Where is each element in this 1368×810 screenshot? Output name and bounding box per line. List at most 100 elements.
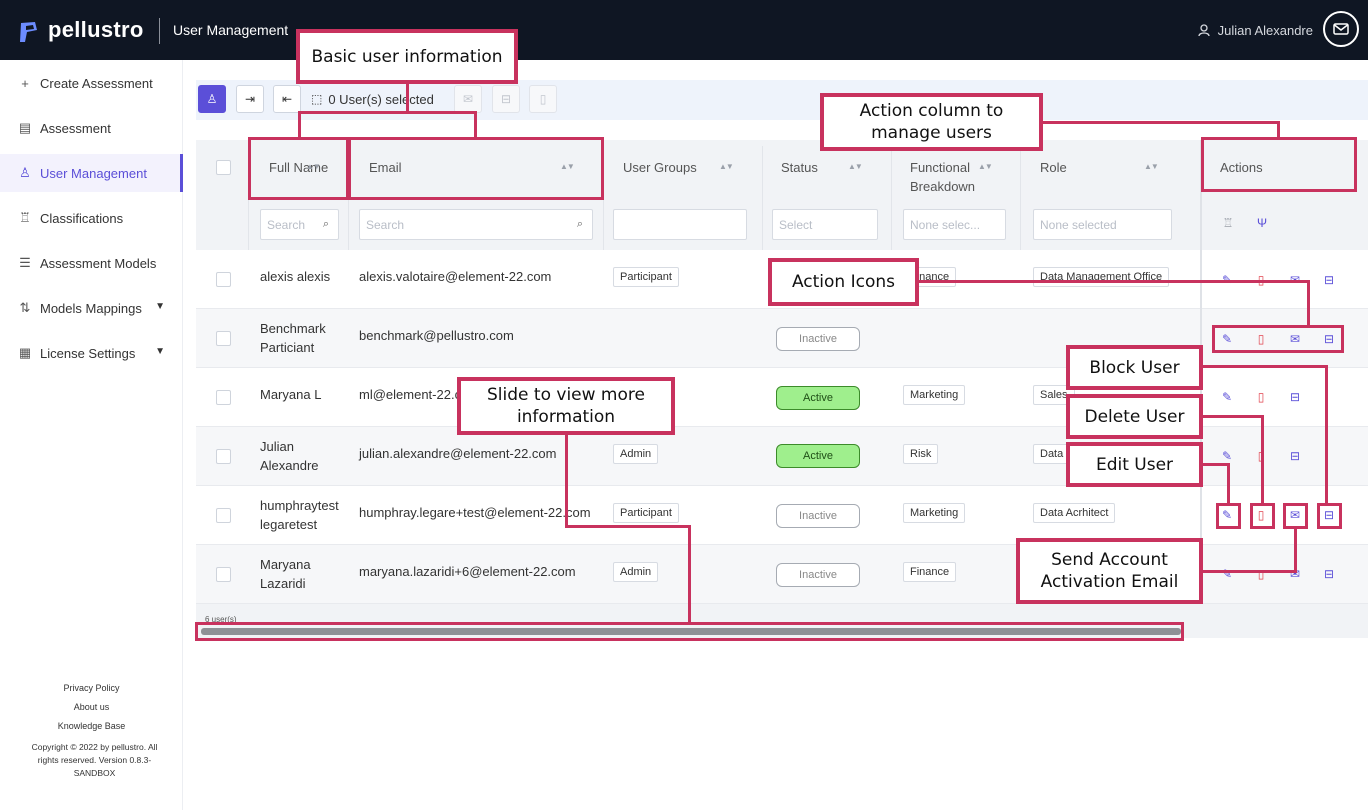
email-search-input[interactable]: Search ⌕ xyxy=(359,209,593,240)
sidebar-item-label: Assessment Models xyxy=(40,255,157,271)
column-divider xyxy=(762,146,763,250)
chevron-down-icon: ▼ xyxy=(155,301,165,312)
export-icon: ⇥ xyxy=(244,92,256,106)
sidebar-item-label: User Management xyxy=(40,165,147,181)
role-tag: Data Management Office xyxy=(1033,267,1170,287)
sidebar-item-label: Classifications xyxy=(40,210,124,226)
user-group-tag: Admin xyxy=(613,562,659,582)
import-button[interactable]: ⇤ xyxy=(273,85,301,113)
privacy-policy-link[interactable]: Privacy Policy xyxy=(0,679,183,698)
functional-breakdown-filter[interactable]: None selec... xyxy=(903,209,1006,240)
row-checkbox[interactable] xyxy=(216,449,231,464)
sidebar-item-create-assessment[interactable]: + Create Assessment xyxy=(0,64,183,102)
user-groups-filter[interactable] xyxy=(613,209,747,240)
bulk-delete-button[interactable]: ▯ xyxy=(529,85,557,113)
edit-icon[interactable]: ✎ xyxy=(1220,449,1234,463)
cell-full-name: Maryana Lazaridi xyxy=(260,557,311,591)
connector-line xyxy=(474,111,477,139)
breakdown-tag: Risk xyxy=(903,444,939,464)
column-header-functional-breakdown[interactable]: Functional Breakdown xyxy=(910,158,982,196)
breakdown-tag: Finance xyxy=(903,562,957,582)
user-icon: ♙ xyxy=(206,92,218,106)
lock-icon[interactable]: ⊟ xyxy=(1322,567,1336,581)
connector-line xyxy=(1200,463,1229,466)
sort-icon[interactable]: ▲▼ xyxy=(1144,162,1159,171)
highlight-edit-icon xyxy=(1216,503,1241,529)
clear-filter-icon[interactable]: ♖ xyxy=(1221,216,1235,230)
top-bar: pellustro User Management Julian Alexand… xyxy=(0,0,1368,60)
cell-email: maryana.lazaridi+6@element-22.com xyxy=(359,564,576,579)
column-divider xyxy=(891,146,892,250)
import-icon: ⇤ xyxy=(281,92,293,106)
connector-line xyxy=(688,525,691,624)
sidebar-item-models-mappings[interactable]: ⇅ Models Mappings ▼ xyxy=(0,289,183,327)
status-badge: Active xyxy=(776,444,860,468)
selection-indicator: ⬚ 0 User(s) selected xyxy=(311,88,434,110)
sidebar-item-user-management[interactable]: ♙ User Management xyxy=(0,154,183,192)
messages-button[interactable] xyxy=(1323,11,1359,47)
about-us-link[interactable]: About us xyxy=(0,698,183,717)
callout-basic-user-information: Basic user information xyxy=(296,29,518,84)
connector-line xyxy=(1227,463,1230,505)
sort-icon[interactable]: ▲▼ xyxy=(848,162,863,171)
filter-icon[interactable]: Ψ xyxy=(1255,216,1269,230)
pellustro-logo-icon xyxy=(20,22,37,42)
connector-line xyxy=(1200,570,1297,573)
breakdown-tag: Marketing xyxy=(903,385,966,405)
sidebar-item-classifications[interactable]: ♖ Classifications xyxy=(0,199,183,237)
column-header-status[interactable]: Status xyxy=(781,158,818,177)
sidebar-item-assessment-models[interactable]: ☰ Assessment Models xyxy=(0,244,183,282)
plus-icon: + xyxy=(21,75,29,91)
breakdown-tag: Marketing xyxy=(903,503,966,523)
mapping-icon: ⇅ xyxy=(19,300,31,315)
lock-icon[interactable]: ⊟ xyxy=(1288,390,1302,404)
bulk-mail-button[interactable]: ✉ xyxy=(454,85,482,113)
lock-icon[interactable]: ⊟ xyxy=(1322,273,1336,287)
user-menu[interactable]: Julian Alexandre xyxy=(1197,23,1313,38)
callout-delete-user: Delete User xyxy=(1066,394,1203,439)
sort-icon[interactable]: ▲▼ xyxy=(978,162,993,171)
brand-name: pellustro xyxy=(48,17,144,42)
status-badge: Active xyxy=(776,386,860,410)
sidebar-item-assessment[interactable]: ▤ Assessment xyxy=(0,109,183,147)
bulk-block-button[interactable]: ⊟ xyxy=(492,85,520,113)
role-tag: Data Acrhitect xyxy=(1033,503,1116,523)
status-select[interactable]: Select xyxy=(772,209,878,240)
mail-icon: ✉ xyxy=(462,92,474,106)
lock-icon[interactable]: ⊟ xyxy=(1288,449,1302,463)
row-checkbox[interactable] xyxy=(216,331,231,346)
row-checkbox[interactable] xyxy=(216,390,231,405)
connector-line xyxy=(1040,121,1280,124)
highlight-full-name xyxy=(248,137,349,200)
row-checkbox[interactable] xyxy=(216,508,231,523)
column-divider xyxy=(1020,146,1021,250)
sidebar-item-label: Assessment xyxy=(40,120,111,136)
user-group-tag: Admin xyxy=(613,444,659,464)
hierarchy-icon: ♖ xyxy=(19,210,31,225)
trash-icon: ▯ xyxy=(539,92,547,106)
role-filter[interactable]: None selected xyxy=(1033,209,1172,240)
sidebar-item-license-settings[interactable]: ▦ License Settings ▼ xyxy=(0,334,183,372)
connector-line xyxy=(1294,527,1297,572)
column-header-user-groups[interactable]: User Groups xyxy=(623,158,697,177)
highlight-scrollbar xyxy=(195,622,1184,641)
column-header-role[interactable]: Role xyxy=(1040,158,1067,177)
row-checkbox[interactable] xyxy=(216,272,231,287)
callout-slide-more-info: Slide to view more information xyxy=(457,377,675,435)
export-button[interactable]: ⇥ xyxy=(236,85,264,113)
edit-icon[interactable]: ✎ xyxy=(1220,390,1234,404)
cell-full-name: Benchmark Particiant xyxy=(260,321,326,355)
search-placeholder: Search xyxy=(366,217,405,232)
row-checkbox[interactable] xyxy=(216,567,231,582)
callout-block-user: Block User xyxy=(1066,345,1203,390)
full-name-search-input[interactable]: Search ⌕ xyxy=(260,209,339,240)
trash-icon[interactable]: ▯ xyxy=(1254,390,1268,404)
highlight-mail-icon xyxy=(1283,503,1308,529)
connector-line xyxy=(1277,121,1280,139)
connector-line xyxy=(565,432,568,527)
select-all-checkbox[interactable] xyxy=(216,160,231,175)
user-view-button[interactable]: ♙ xyxy=(198,85,226,113)
selected-count: 0 User(s) selected xyxy=(328,91,434,107)
knowledge-base-link[interactable]: Knowledge Base xyxy=(0,717,183,736)
sort-icon[interactable]: ▲▼ xyxy=(719,162,734,171)
